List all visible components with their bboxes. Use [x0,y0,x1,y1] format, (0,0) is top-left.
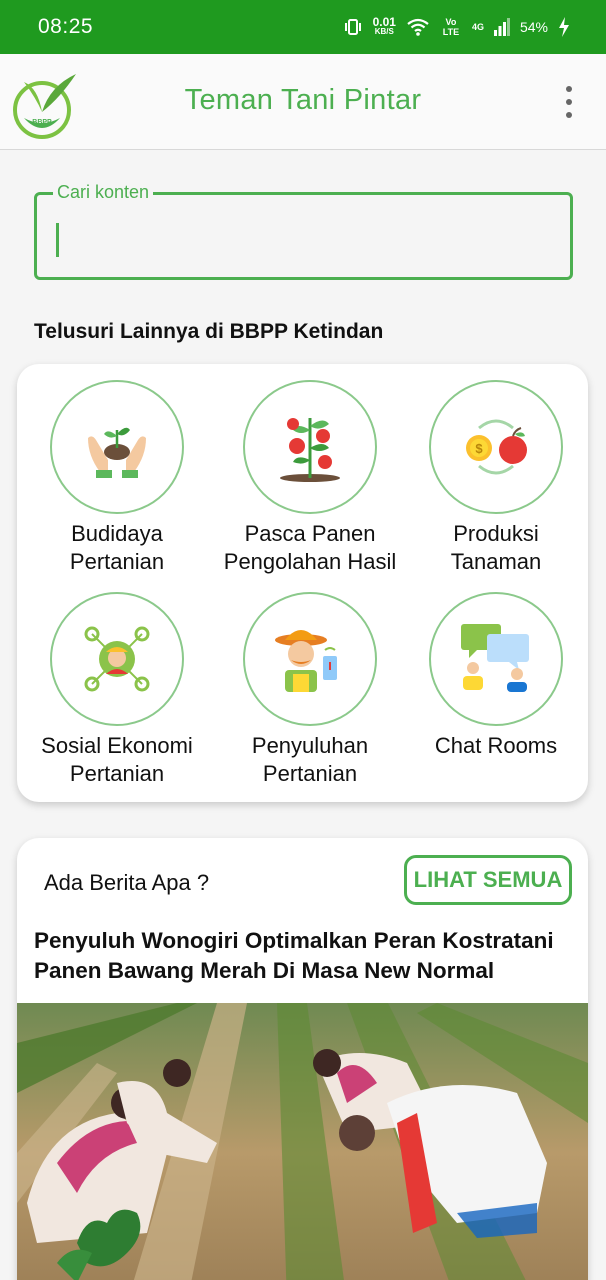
menu-dot-icon [566,112,572,118]
vibrate-icon [344,19,361,35]
speed-unit: KB/S [374,27,394,36]
status-time: 08:25 [38,15,94,38]
farmer-network-icon [84,626,150,692]
search-input[interactable]: Cari konten [34,182,573,280]
hands-seedling-icon [88,427,146,478]
wifi-icon [407,18,429,36]
category-pasca-panen[interactable]: Pasca Panen Pengolahan Hasil [210,380,410,576]
category-label-line: Pasca Panen [244,521,376,546]
news-article-image[interactable] [17,1003,588,1280]
news-card: Ada Berita Apa ? LIHAT SEMUA Penyuluh Wo… [17,838,588,1280]
news-heading: Ada Berita Apa ? [44,870,210,895]
category-icon-circle [50,380,184,514]
category-label: Chat Rooms [396,732,596,760]
section-title: Telusuri Lainnya di BBPP Ketindan [34,320,384,343]
category-chat-rooms[interactable]: Chat Rooms [396,592,596,760]
overflow-menu-button[interactable] [562,86,576,118]
category-label-line: Tanaman [450,549,542,574]
category-label-line: Sosial Ekonomi [41,733,193,758]
menu-dot-icon [566,86,572,92]
svg-text:$: $ [475,441,483,456]
tomato-plant-icon [280,418,340,482]
signal-icon [493,18,510,36]
network-speed: 0.01 KB/S [372,15,396,37]
category-label-line: Pertanian [262,761,358,786]
category-sosial-ekonomi[interactable]: Sosial Ekonomi Pertanian [17,592,217,788]
category-budidaya-pertanian[interactable]: Budidaya Pertanian [17,380,217,576]
category-icon-circle [50,592,184,726]
chat-people-icon [461,624,529,692]
signal-label: 4G [471,22,484,32]
category-label: Sosial Ekonomi Pertanian [17,732,217,788]
svg-text:BBPP: BBPP [32,119,52,126]
app-title: Teman Tani Pintar [184,84,422,116]
category-icon-circle [243,380,377,514]
volte-label: Vo LTE [442,17,460,37]
category-label-line: Pertanian [69,549,165,574]
news-article-title[interactable]: Penyuluh Wonogiri Optimalkan Peran Kostr… [34,926,579,986]
category-label-line: Chat Rooms [434,733,558,758]
category-grid: Budidaya Pertanian Pasca Panen Pengolaha… [17,364,588,802]
category-icon-circle [243,592,377,726]
app-bar: BBPP Teman Tani Pintar [0,54,606,150]
category-penyuluhan-pertanian[interactable]: Penyuluhan Pertanian [210,592,410,788]
category-label-line: Pengolahan Hasil [223,549,397,574]
farmer-phone-icon [275,630,337,692]
category-label: Penyuluhan Pertanian [210,732,410,788]
category-label: Produksi Tanaman [396,520,596,576]
category-label-line: Budidaya [71,521,163,546]
charging-icon [559,17,569,37]
speed-value: 0.01 [372,15,396,29]
see-all-button[interactable]: LIHAT SEMUA [404,855,572,905]
category-label: Budidaya Pertanian [17,520,217,576]
coin-apple-exchange-icon: $ [466,419,527,475]
category-icon-circle [429,592,563,726]
battery-level: 54% [519,19,548,35]
category-produksi-tanaman[interactable]: $ Produksi Tanaman [396,380,596,576]
category-label-line: Penyuluhan [251,733,369,758]
category-label-line: Produksi [453,521,539,546]
category-label-line: Pertanian [69,761,165,786]
status-icons: 0.01 KB/S Vo LTE 4G 54% [343,15,570,37]
category-label: Pasca Panen Pengolahan Hasil [210,520,410,576]
text-caret [56,223,59,257]
menu-dot-icon [566,99,572,105]
search-label: Cari konten [53,182,154,203]
category-icon-circle: $ [429,380,563,514]
status-bar: 08:25 0.01 KB/S Vo LTE 4G 54% [0,0,606,54]
